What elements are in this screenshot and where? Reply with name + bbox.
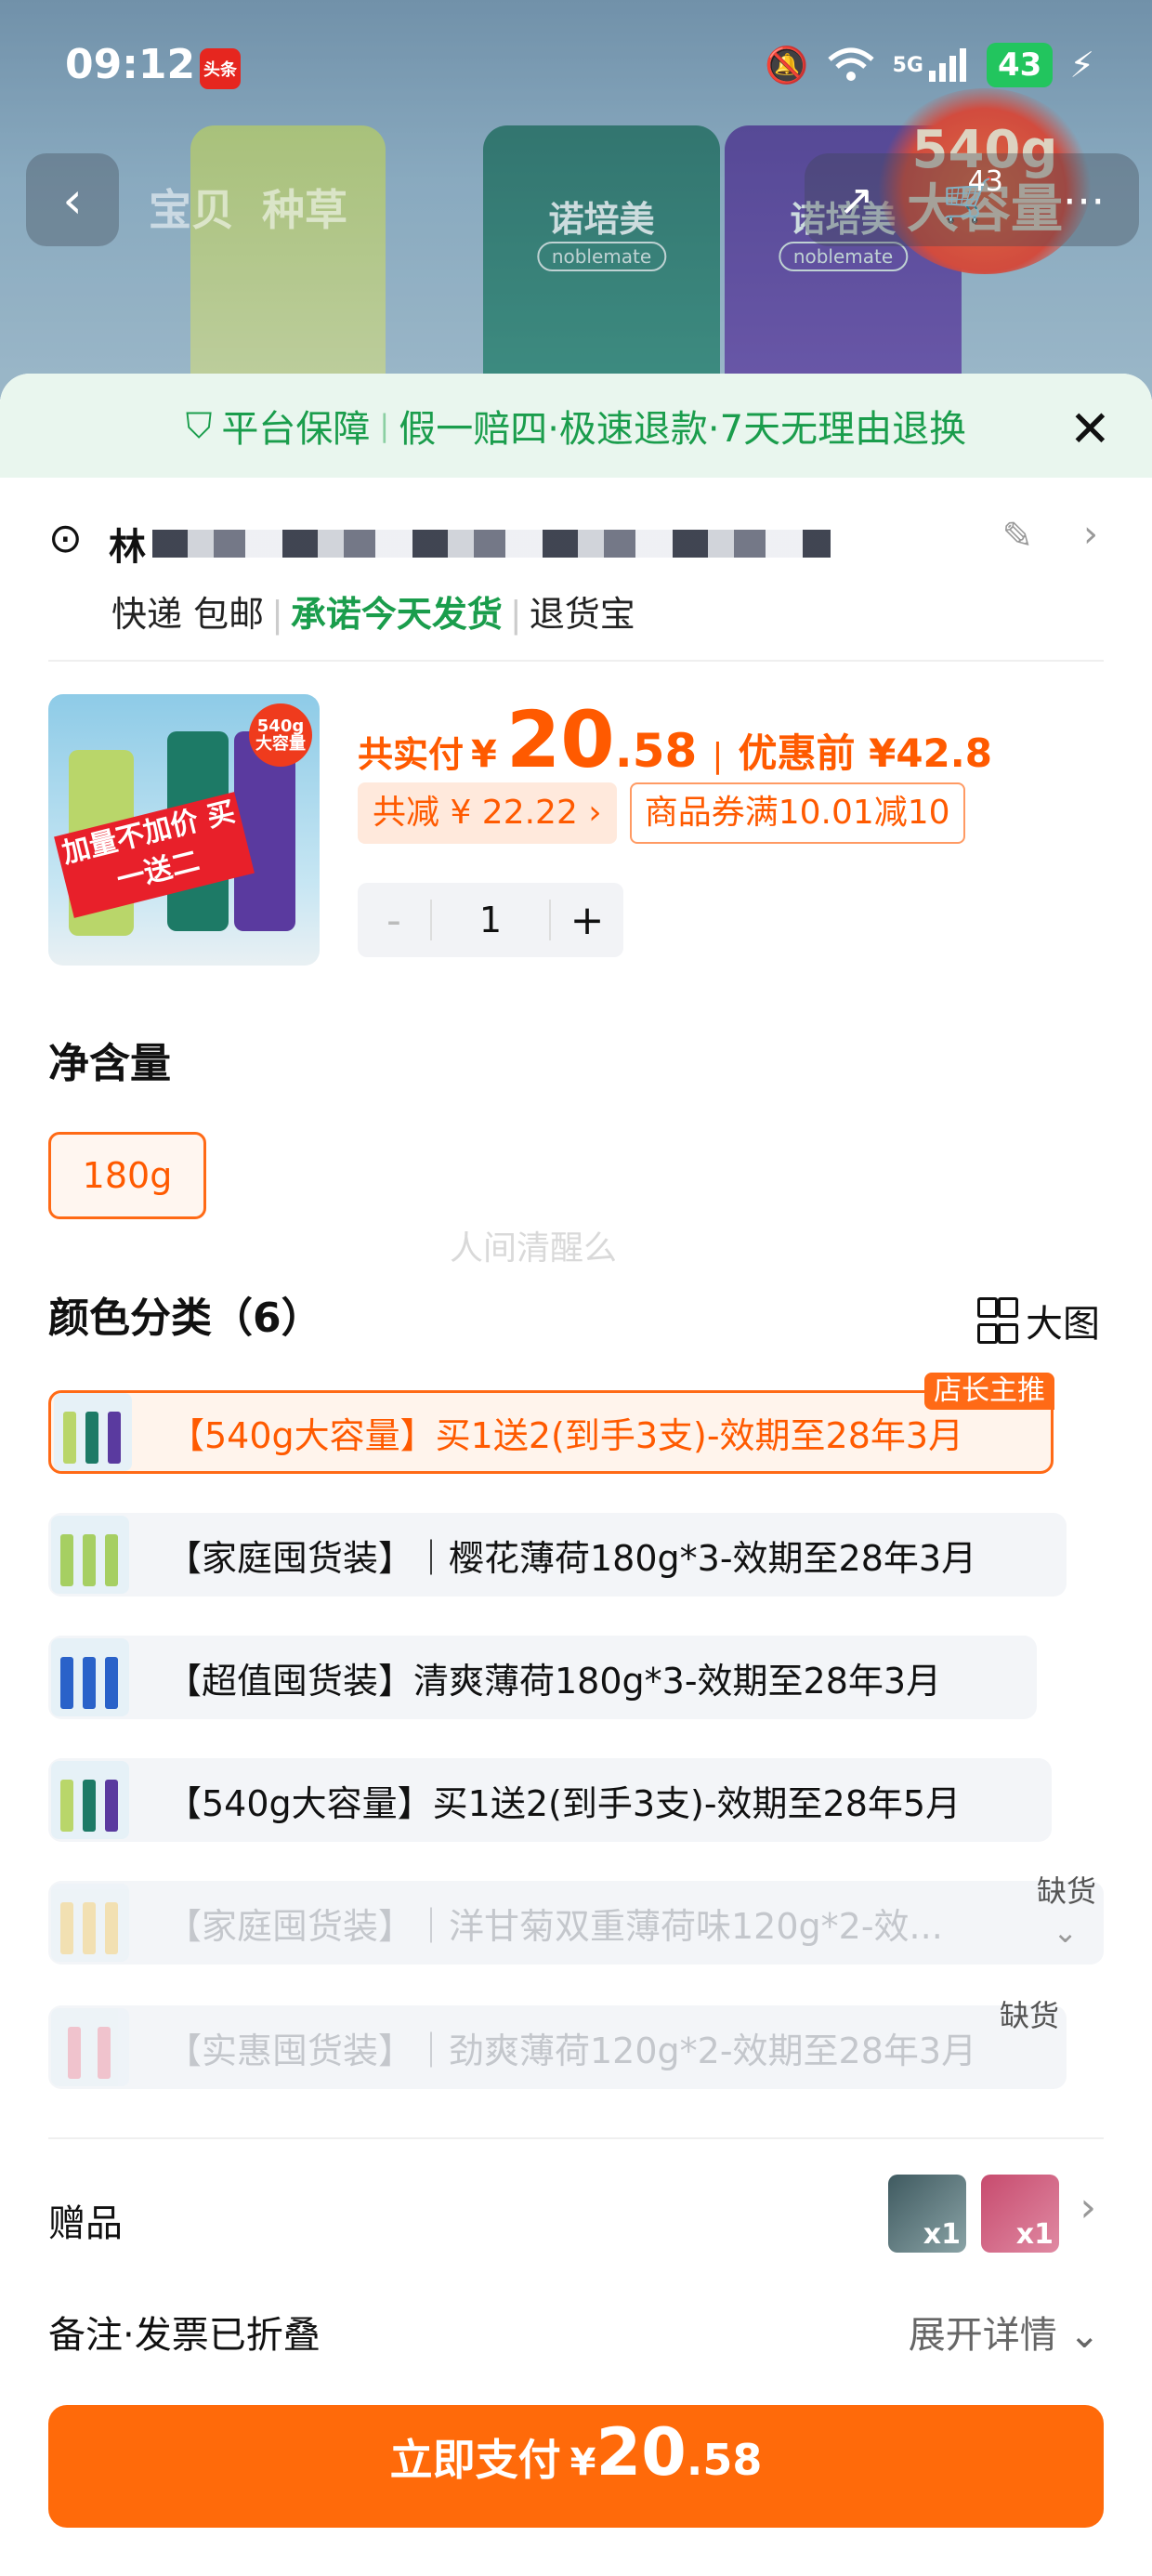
net-content-option[interactable]: 180g: [48, 1132, 206, 1219]
address-mosaic: [152, 530, 831, 558]
location-pin-icon: ⊙: [48, 515, 83, 562]
chevron-right-icon[interactable]: ›: [1080, 2184, 1096, 2231]
option-thumbnail: [51, 1884, 129, 1962]
big-view-toggle[interactable]: 大图: [977, 1294, 1100, 1347]
quantity-value[interactable]: 1: [430, 900, 551, 940]
shop-recommend-badge: 店长主推: [924, 1373, 1054, 1410]
tab-item[interactable]: 宝贝: [149, 177, 234, 238]
mute-bell-icon: 🔕: [765, 44, 809, 85]
order-sheet: ⛉ 平台保障 | 假一赔四·极速退款·7天无理由退换 ✕ ⊙ 林 ✎ › 快递 …: [0, 374, 1152, 2576]
gift-coupon-image: x1: [981, 2175, 1059, 2253]
gift-count: x1: [923, 2218, 961, 2251]
gift-thumbnails[interactable]: x1 x1: [888, 2175, 1059, 2253]
status-time: 09:12: [65, 41, 196, 88]
signal-icon: [928, 48, 966, 82]
return-insurance: 退货宝: [529, 594, 635, 635]
out-of-stock-label: 缺货: [999, 1998, 1059, 2033]
pay-currency: ¥: [569, 2441, 596, 2484]
close-icon[interactable]: ✕: [1069, 400, 1111, 458]
wifi-icon: [827, 47, 874, 81]
battery-level: 43: [986, 43, 1054, 87]
net-content-title: 净含量: [48, 1040, 171, 1087]
delivery-info: 快递 包邮 | 承诺今天发货 | 退货宝: [111, 594, 635, 635]
cart-button[interactable]: 🛒 43: [942, 165, 1003, 226]
back-button[interactable]: ‹: [26, 153, 119, 246]
status-bar: 09:12 头条 🔕 5G 43 ⚡: [0, 37, 1152, 102]
divider: [48, 660, 1104, 662]
big-view-label: 大图: [1026, 1303, 1100, 1346]
out-of-stock-label: 缺货: [1036, 1873, 1096, 1909]
platform-guarantee-bar[interactable]: ⛉ 平台保障 | 假一赔四·极速退款·7天无理由退换 ✕: [0, 374, 1152, 478]
pay-label: 立即支付: [389, 2435, 561, 2485]
option-thumbnail: [51, 1761, 129, 1839]
guarantee-title: 平台保障: [221, 408, 371, 451]
toutiao-app-icon: 头条: [200, 48, 241, 89]
discount-tags: 共减 ¥ 22.22 › 商品券满10.01减10: [358, 782, 965, 844]
pay-integer: 20: [596, 2414, 687, 2491]
charging-icon: ⚡: [1069, 45, 1094, 85]
total-pay-label: 共实付: [358, 734, 465, 775]
chevron-down-icon: ⌄: [1053, 1914, 1078, 1950]
shield-check-icon: ⛉: [185, 404, 213, 446]
pay-now-button[interactable]: 立即支付 ¥ 20 .58: [48, 2405, 1104, 2528]
more-icon[interactable]: ⋯: [1063, 175, 1106, 225]
option-label: 【家庭囤货装】｜樱花薄荷180g*3-效期至28年3月: [166, 1537, 977, 1579]
nav-tabs: 宝贝 种草: [149, 177, 347, 238]
color-option[interactable]: 【540g大容量】买1送2(到手3支)-效期至28年3月 店长主推: [48, 1373, 1054, 1474]
capacity-burst: 540g 大容量: [249, 703, 312, 767]
edit-pencil-icon[interactable]: ✎: [1001, 515, 1033, 558]
status-icons: 🔕 5G 43 ⚡: [765, 43, 1094, 87]
expand-label: 展开详情: [908, 2314, 1057, 2357]
tab-grass[interactable]: 种草: [262, 177, 347, 238]
color-option[interactable]: 【家庭囤货装】｜樱花薄荷180g*3-效期至28年3月: [48, 1513, 1067, 1597]
option-thumbnail: [51, 1638, 129, 1716]
delivery-method: 快递 包邮: [111, 594, 265, 635]
cart-count: 43: [967, 164, 1003, 198]
chevron-left-icon: ‹: [62, 170, 83, 230]
option-label: 【家庭囤货装】｜洋甘菊双重薄荷味120g*2-效...: [166, 1905, 943, 1947]
watermark-text: 人间清醒么: [450, 1229, 618, 1268]
network-label: 5G: [892, 53, 923, 77]
quantity-stepper: - 1 +: [358, 883, 623, 957]
price-before-discount: 优惠前 ¥42.8: [738, 730, 992, 776]
remark-invoice-label: 备注·发票已折叠: [48, 2314, 321, 2357]
pay-decimal: .58: [686, 2435, 763, 2485]
color-option-out-of-stock[interactable]: 【家庭囤货装】｜洋甘菊双重薄荷味120g*2-效... 缺货 ⌄: [48, 1873, 1104, 1965]
expand-details-button[interactable]: 展开详情 ⌄: [909, 2305, 1100, 2359]
color-category-title: 颜色分类（6）: [48, 1295, 322, 1342]
option-label: 【超值囤货装】清爽薄荷180g*3-效期至28年3月: [166, 1660, 942, 1702]
option-thumbnail: [54, 1393, 132, 1471]
recipient-name: 林: [109, 526, 146, 569]
gift-count: x1: [1015, 2218, 1054, 2251]
chevron-down-icon: ⌄: [1068, 2314, 1100, 2357]
option-thumbnail: [51, 1516, 129, 1594]
option-label: 【540g大容量】买1送2(到手3支)-效期至28年3月: [169, 1414, 964, 1456]
nav-actions: ↗ 🛒 43 ⋯: [805, 153, 1139, 246]
coupon-tag: 商品券满10.01减10: [629, 782, 965, 844]
gift-cup-image: x1: [888, 2175, 966, 2253]
price-integer: 20: [505, 694, 615, 785]
color-option-out-of-stock[interactable]: 【实惠囤货装】｜劲爽薄荷120g*2-效期至28年3月 缺货: [48, 1998, 1067, 2089]
option-label: 【540g大容量】买1送2(到手3支)-效期至28年5月: [166, 1782, 962, 1824]
guarantee-items: 假一赔四·极速退款·7天无理由退换: [399, 408, 967, 451]
share-icon[interactable]: ↗: [838, 175, 874, 225]
chevron-right-icon: ›: [1083, 513, 1098, 556]
color-option[interactable]: 【超值囤货装】清爽薄荷180g*3-效期至28年3月: [48, 1636, 1037, 1719]
decrease-button[interactable]: -: [358, 897, 430, 944]
option-label: 【实惠囤货装】｜劲爽薄荷120g*2-效期至28年3月: [166, 2030, 977, 2071]
grid-icon: [977, 1297, 1018, 1344]
increase-button[interactable]: +: [551, 897, 623, 944]
option-thumbnail: [51, 2008, 129, 2086]
gift-label: 赠品: [48, 2202, 123, 2245]
price-decimal: .58: [614, 724, 698, 778]
price-summary: 共实付 ¥ 20 .58 | 优惠前 ¥42.8: [358, 694, 992, 785]
color-option[interactable]: 【540g大容量】买1送2(到手3支)-效期至28年5月: [48, 1758, 1052, 1842]
ship-today-promise: 承诺今天发货: [290, 594, 503, 635]
divider: [48, 2137, 1104, 2139]
product-thumbnail[interactable]: 加量不加价 买一送二 540g 大容量: [48, 694, 320, 966]
total-discount-tag[interactable]: 共减 ¥ 22.22 ›: [358, 782, 617, 844]
currency-symbol: ¥: [471, 733, 497, 776]
